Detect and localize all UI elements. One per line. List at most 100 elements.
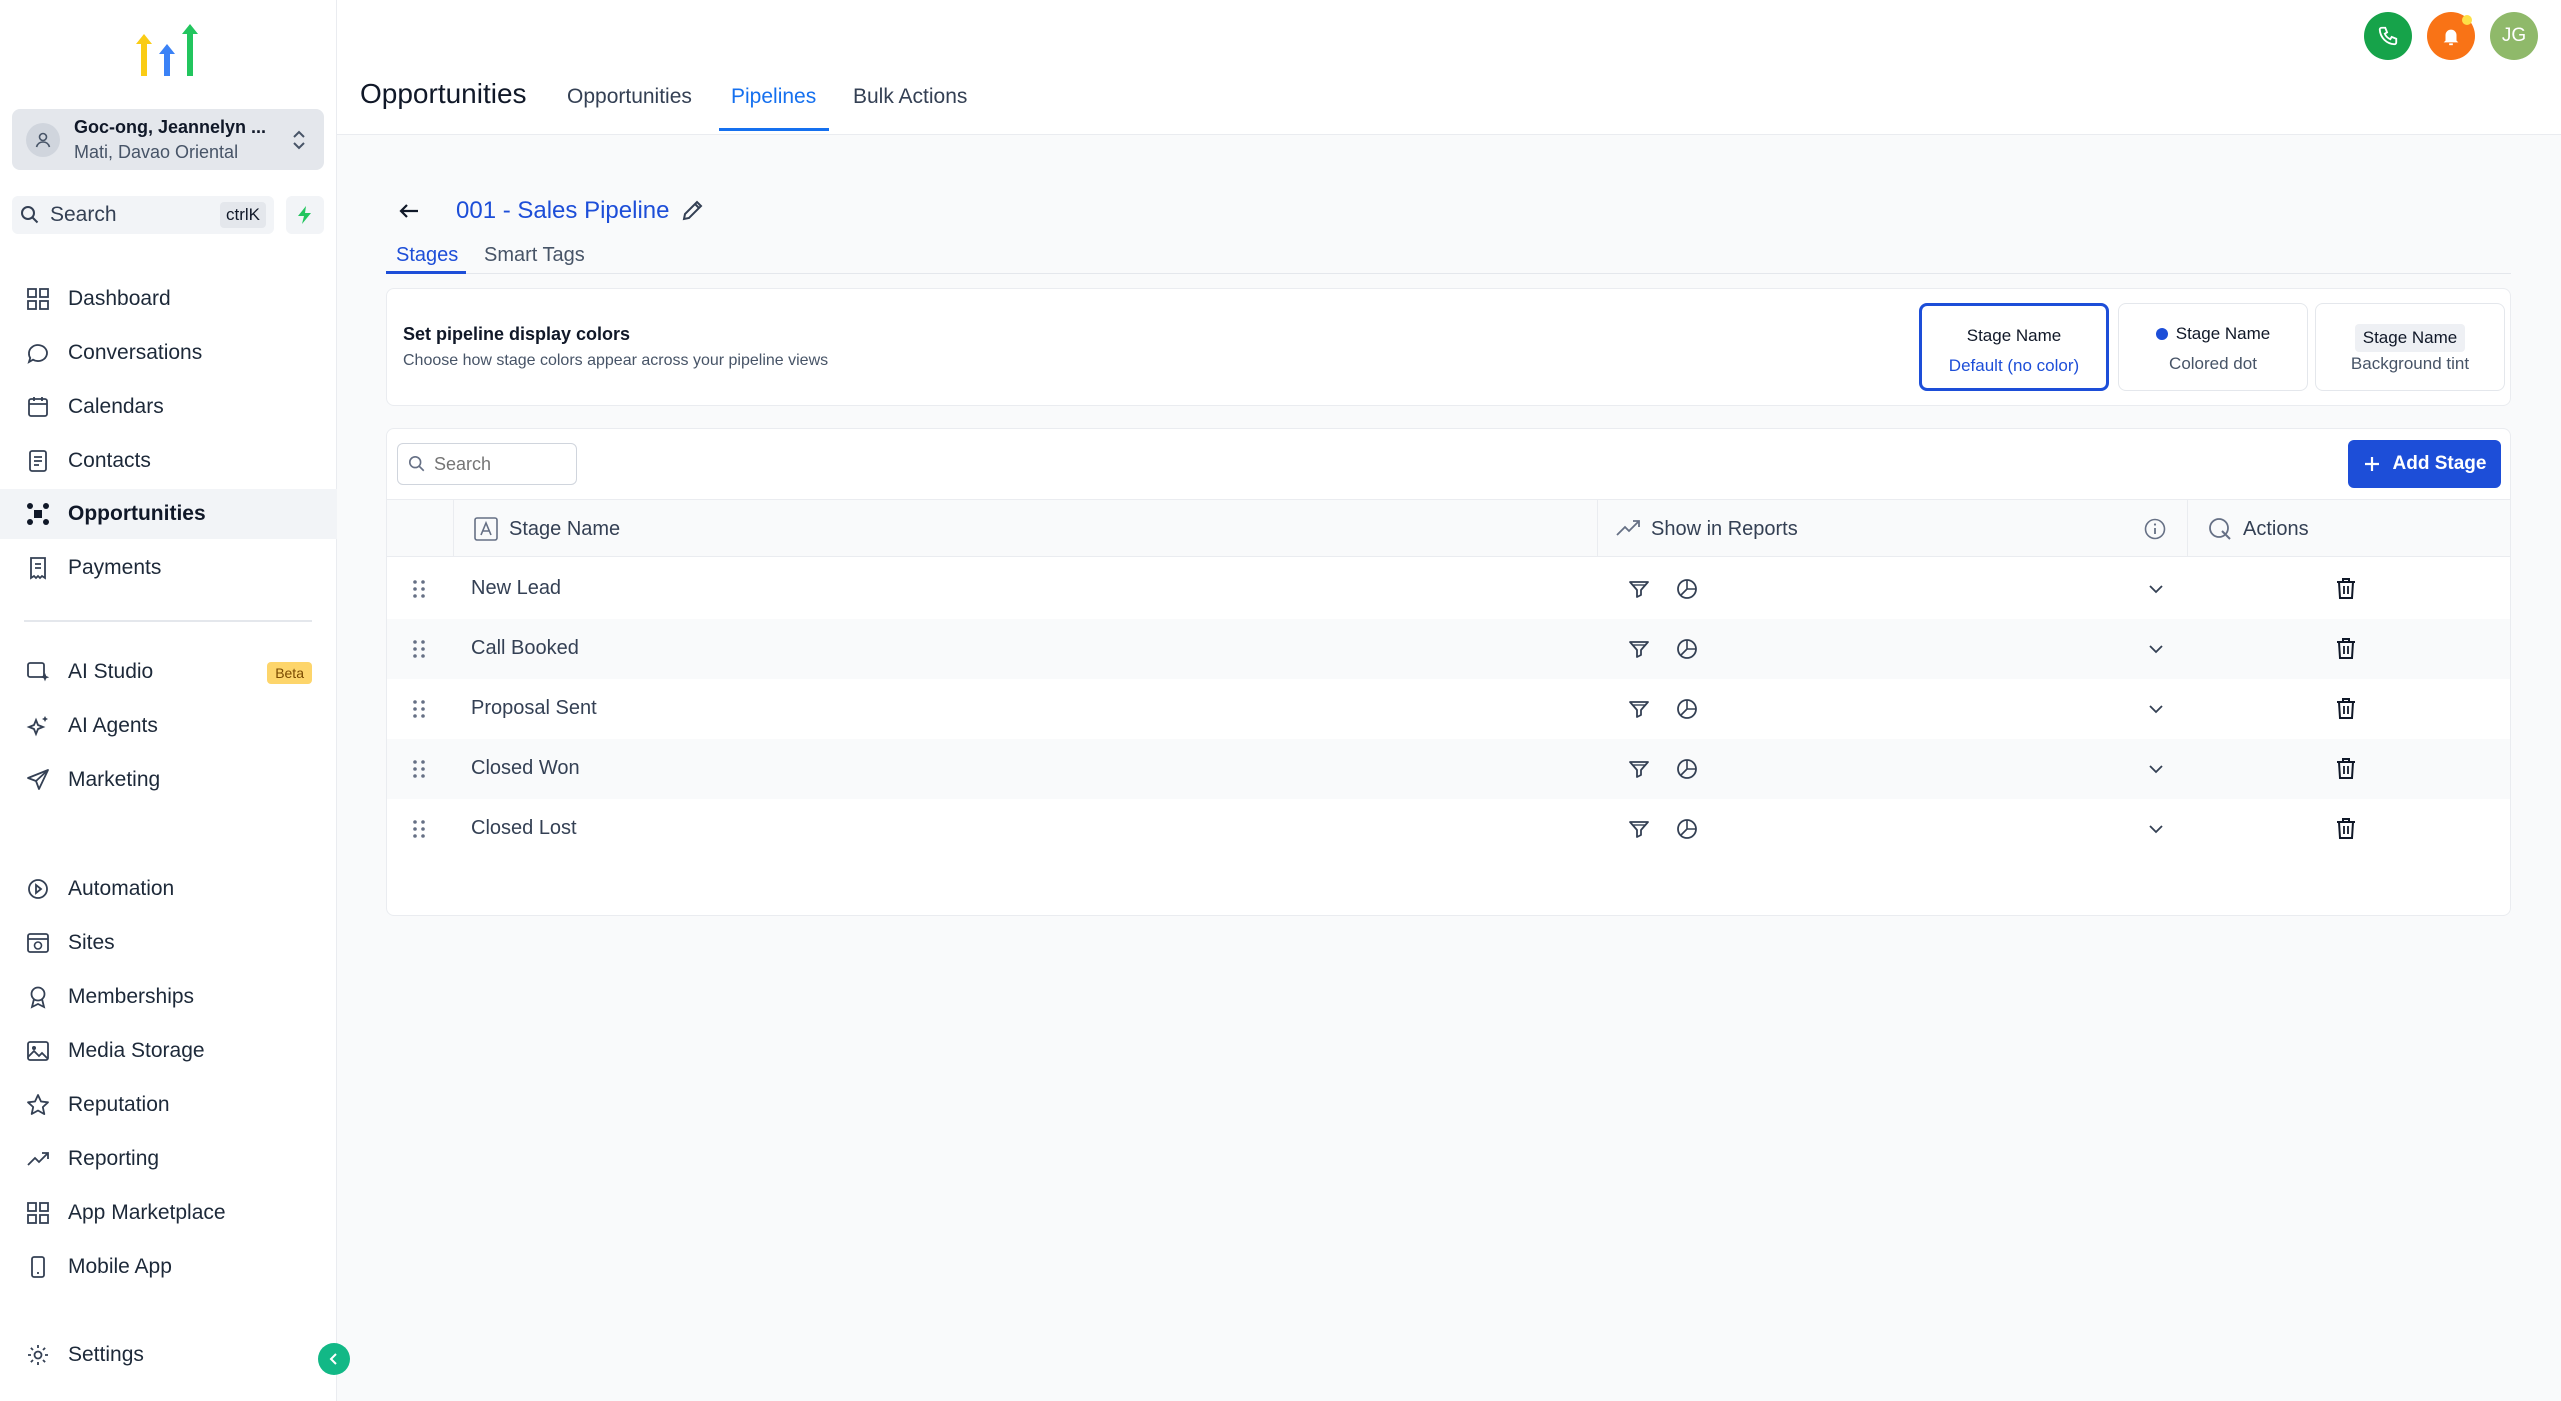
- plus-icon: [2363, 455, 2381, 473]
- send-icon: [24, 766, 52, 794]
- sidebar-item-contacts[interactable]: Contacts: [0, 436, 337, 486]
- color-option-tint[interactable]: Stage Name Background tint: [2315, 303, 2505, 391]
- sidebar-item-app-marketplace[interactable]: App Marketplace: [0, 1188, 337, 1238]
- pie-report-icon[interactable]: [1675, 817, 1699, 841]
- table-row: Proposal Sent: [387, 679, 2510, 739]
- trend-icon: [24, 1145, 52, 1173]
- sidebar-item-calendars[interactable]: Calendars: [0, 382, 337, 432]
- stage-search-input[interactable]: [434, 453, 564, 475]
- tab-stages[interactable]: Stages: [396, 244, 458, 267]
- sidebar-item-sites[interactable]: Sites: [0, 918, 337, 968]
- actions-icon: [2207, 516, 2233, 542]
- trash-icon[interactable]: [2333, 695, 2359, 721]
- color-option-default[interactable]: Stage Name Default (no color): [1919, 303, 2109, 391]
- funnel-report-icon[interactable]: [1627, 577, 1651, 601]
- trash-icon[interactable]: [2333, 755, 2359, 781]
- sidebar-item-opportunities[interactable]: Opportunities: [0, 489, 337, 539]
- back-button[interactable]: [394, 196, 424, 226]
- opportunities-icon: [24, 500, 52, 528]
- display-colors-title: Set pipeline display colors: [403, 324, 631, 344]
- funnel-report-icon[interactable]: [1627, 817, 1651, 841]
- chevron-down-icon[interactable]: [2144, 757, 2168, 781]
- table-row: New Lead: [387, 559, 2510, 619]
- quick-action-button[interactable]: [286, 196, 324, 234]
- drag-handle-icon[interactable]: [407, 817, 431, 841]
- chevron-down-icon[interactable]: [2144, 637, 2168, 661]
- collapse-sidebar-button[interactable]: [318, 1343, 350, 1375]
- trash-icon[interactable]: [2333, 635, 2359, 661]
- contacts-icon: [24, 447, 52, 475]
- chevron-down-icon[interactable]: [2144, 817, 2168, 841]
- sidebar: Goc-ong, Jeannelyn ... Mati, Davao Orien…: [0, 0, 337, 1401]
- column-label: Stage Name: [509, 517, 621, 540]
- pie-report-icon[interactable]: [1675, 697, 1699, 721]
- info-icon[interactable]: [2143, 500, 2167, 558]
- sidebar-item-settings[interactable]: Settings: [0, 1330, 337, 1380]
- beta-badge: Beta: [267, 662, 312, 684]
- sidebar-item-conversations[interactable]: Conversations: [0, 328, 337, 378]
- chevron-down-icon[interactable]: [2144, 697, 2168, 721]
- sidebar-item-media-storage[interactable]: Media Storage: [0, 1026, 337, 1076]
- sidebar-item-reporting[interactable]: Reporting: [0, 1134, 337, 1184]
- funnel-report-icon[interactable]: [1627, 637, 1651, 661]
- sidebar-item-label: Sites: [68, 931, 115, 954]
- display-colors-subtitle: Choose how stage colors appear across yo…: [403, 352, 829, 369]
- phone-button[interactable]: [2364, 12, 2412, 60]
- tab-bulk-actions[interactable]: Bulk Actions: [853, 85, 967, 109]
- sidebar-item-label: Contacts: [68, 449, 151, 472]
- automation-icon: [24, 875, 52, 903]
- sidebar-item-dashboard[interactable]: Dashboard: [0, 274, 337, 324]
- user-avatar[interactable]: JG: [2490, 12, 2538, 60]
- funnel-report-icon[interactable]: [1627, 757, 1651, 781]
- sidebar-item-label: Memberships: [68, 985, 195, 1008]
- sidebar-item-label: Settings: [68, 1343, 144, 1366]
- search-icon: [408, 455, 426, 473]
- tab-smart-tags[interactable]: Smart Tags: [484, 244, 585, 267]
- pie-report-icon[interactable]: [1675, 637, 1699, 661]
- grid-icon: [24, 1199, 52, 1227]
- stage-search[interactable]: [397, 443, 577, 485]
- drag-handle-icon[interactable]: [407, 637, 431, 661]
- tab-opportunities[interactable]: Opportunities: [567, 85, 692, 109]
- sidebar-item-ai-agents[interactable]: AI Agents: [0, 701, 337, 751]
- bolt-icon: [296, 205, 314, 225]
- color-option-dot[interactable]: Stage Name Colored dot: [2118, 303, 2308, 391]
- add-stage-button[interactable]: Add Stage: [2348, 440, 2501, 488]
- funnel-report-icon[interactable]: [1627, 697, 1651, 721]
- trash-icon[interactable]: [2333, 575, 2359, 601]
- gear-icon: [24, 1341, 52, 1369]
- pie-report-icon[interactable]: [1675, 577, 1699, 601]
- sidebar-item-memberships[interactable]: Memberships: [0, 972, 337, 1022]
- trash-icon[interactable]: [2333, 815, 2359, 841]
- pie-report-icon[interactable]: [1675, 757, 1699, 781]
- sidebar-item-reputation[interactable]: Reputation: [0, 1080, 337, 1130]
- search-icon: [20, 205, 40, 225]
- brand-logo[interactable]: [134, 22, 200, 86]
- active-subtab-indicator: [386, 271, 466, 274]
- drag-handle-icon[interactable]: [407, 577, 431, 601]
- column-show-in-reports[interactable]: Show in Reports: [1615, 500, 1798, 558]
- account-switcher[interactable]: Goc-ong, Jeannelyn ... Mati, Davao Orien…: [12, 109, 324, 170]
- page-title: Opportunities: [360, 78, 527, 109]
- tab-pipelines[interactable]: Pipelines: [731, 85, 816, 109]
- star-icon: [24, 1091, 52, 1119]
- sidebar-item-mobile-app[interactable]: Mobile App: [0, 1242, 337, 1292]
- sidebar-item-payments[interactable]: Payments: [0, 543, 337, 593]
- sidebar-item-label: Reporting: [68, 1147, 160, 1170]
- mobile-icon: [24, 1253, 52, 1281]
- notifications-button[interactable]: [2427, 12, 2475, 60]
- phone-icon: [2377, 25, 2399, 47]
- column-stage-name[interactable]: Stage Name: [473, 500, 620, 558]
- chevron-down-icon[interactable]: [2144, 577, 2168, 601]
- table-header: Stage Name Show in Reports Actions: [387, 499, 2510, 558]
- column-label: Actions: [2243, 517, 2309, 540]
- option-stage-name: Stage Name: [1966, 326, 2062, 345]
- sidebar-item-marketing[interactable]: Marketing: [0, 755, 337, 805]
- sidebar-item-label: AI Agents: [68, 714, 158, 737]
- sidebar-item-automation[interactable]: Automation: [0, 864, 337, 914]
- drag-handle-icon[interactable]: [407, 757, 431, 781]
- sidebar-search[interactable]: Search ctrlK: [12, 196, 274, 234]
- sidebar-item-ai-studio[interactable]: AI Studio Beta: [0, 647, 337, 697]
- edit-pipeline-button[interactable]: [680, 197, 708, 225]
- drag-handle-icon[interactable]: [407, 697, 431, 721]
